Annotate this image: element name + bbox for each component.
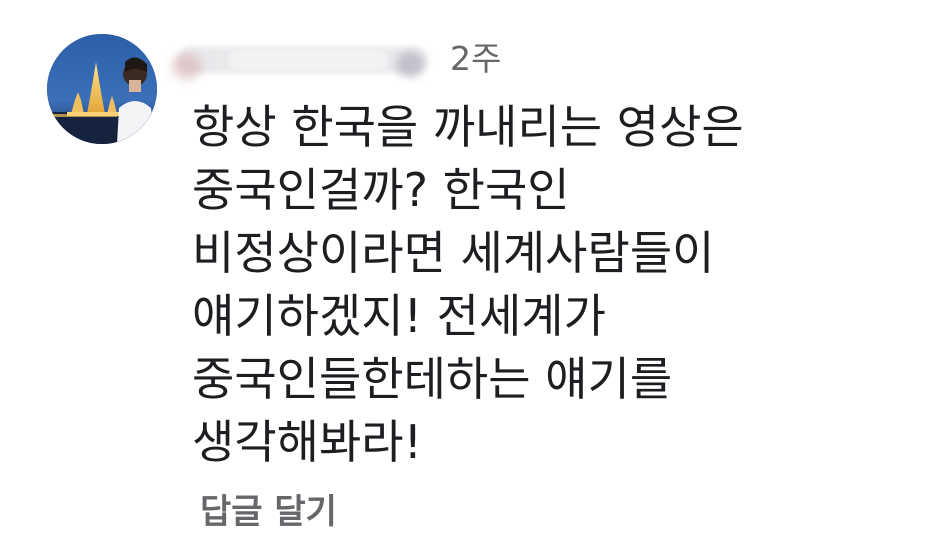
avatar[interactable] <box>47 34 157 144</box>
reply-button[interactable]: 답글 달기 <box>200 492 337 533</box>
comment-timestamp[interactable]: 2주 <box>450 42 501 75</box>
comment-line: 중국인걸까? 한국인 <box>192 163 570 217</box>
comment-text: 항상 한국을 까내리는 영상은 중국인걸까? 한국인 비정상이라면 세계사람들이… <box>192 96 912 474</box>
comment-line: 비정상이라면 세계사람들이 <box>192 226 715 280</box>
comment-header: 2주 <box>168 28 501 88</box>
comment-line: 생각해봐라! <box>192 415 423 469</box>
author-name-redacted[interactable] <box>168 35 432 81</box>
comment-line: 얘기하겠지! 전세계가 <box>192 289 606 343</box>
avatar-image <box>47 34 157 144</box>
comment-line: 항상 한국을 까내리는 영상은 <box>192 100 744 154</box>
comment-line: 중국인들한테하는 얘기를 <box>192 352 673 406</box>
